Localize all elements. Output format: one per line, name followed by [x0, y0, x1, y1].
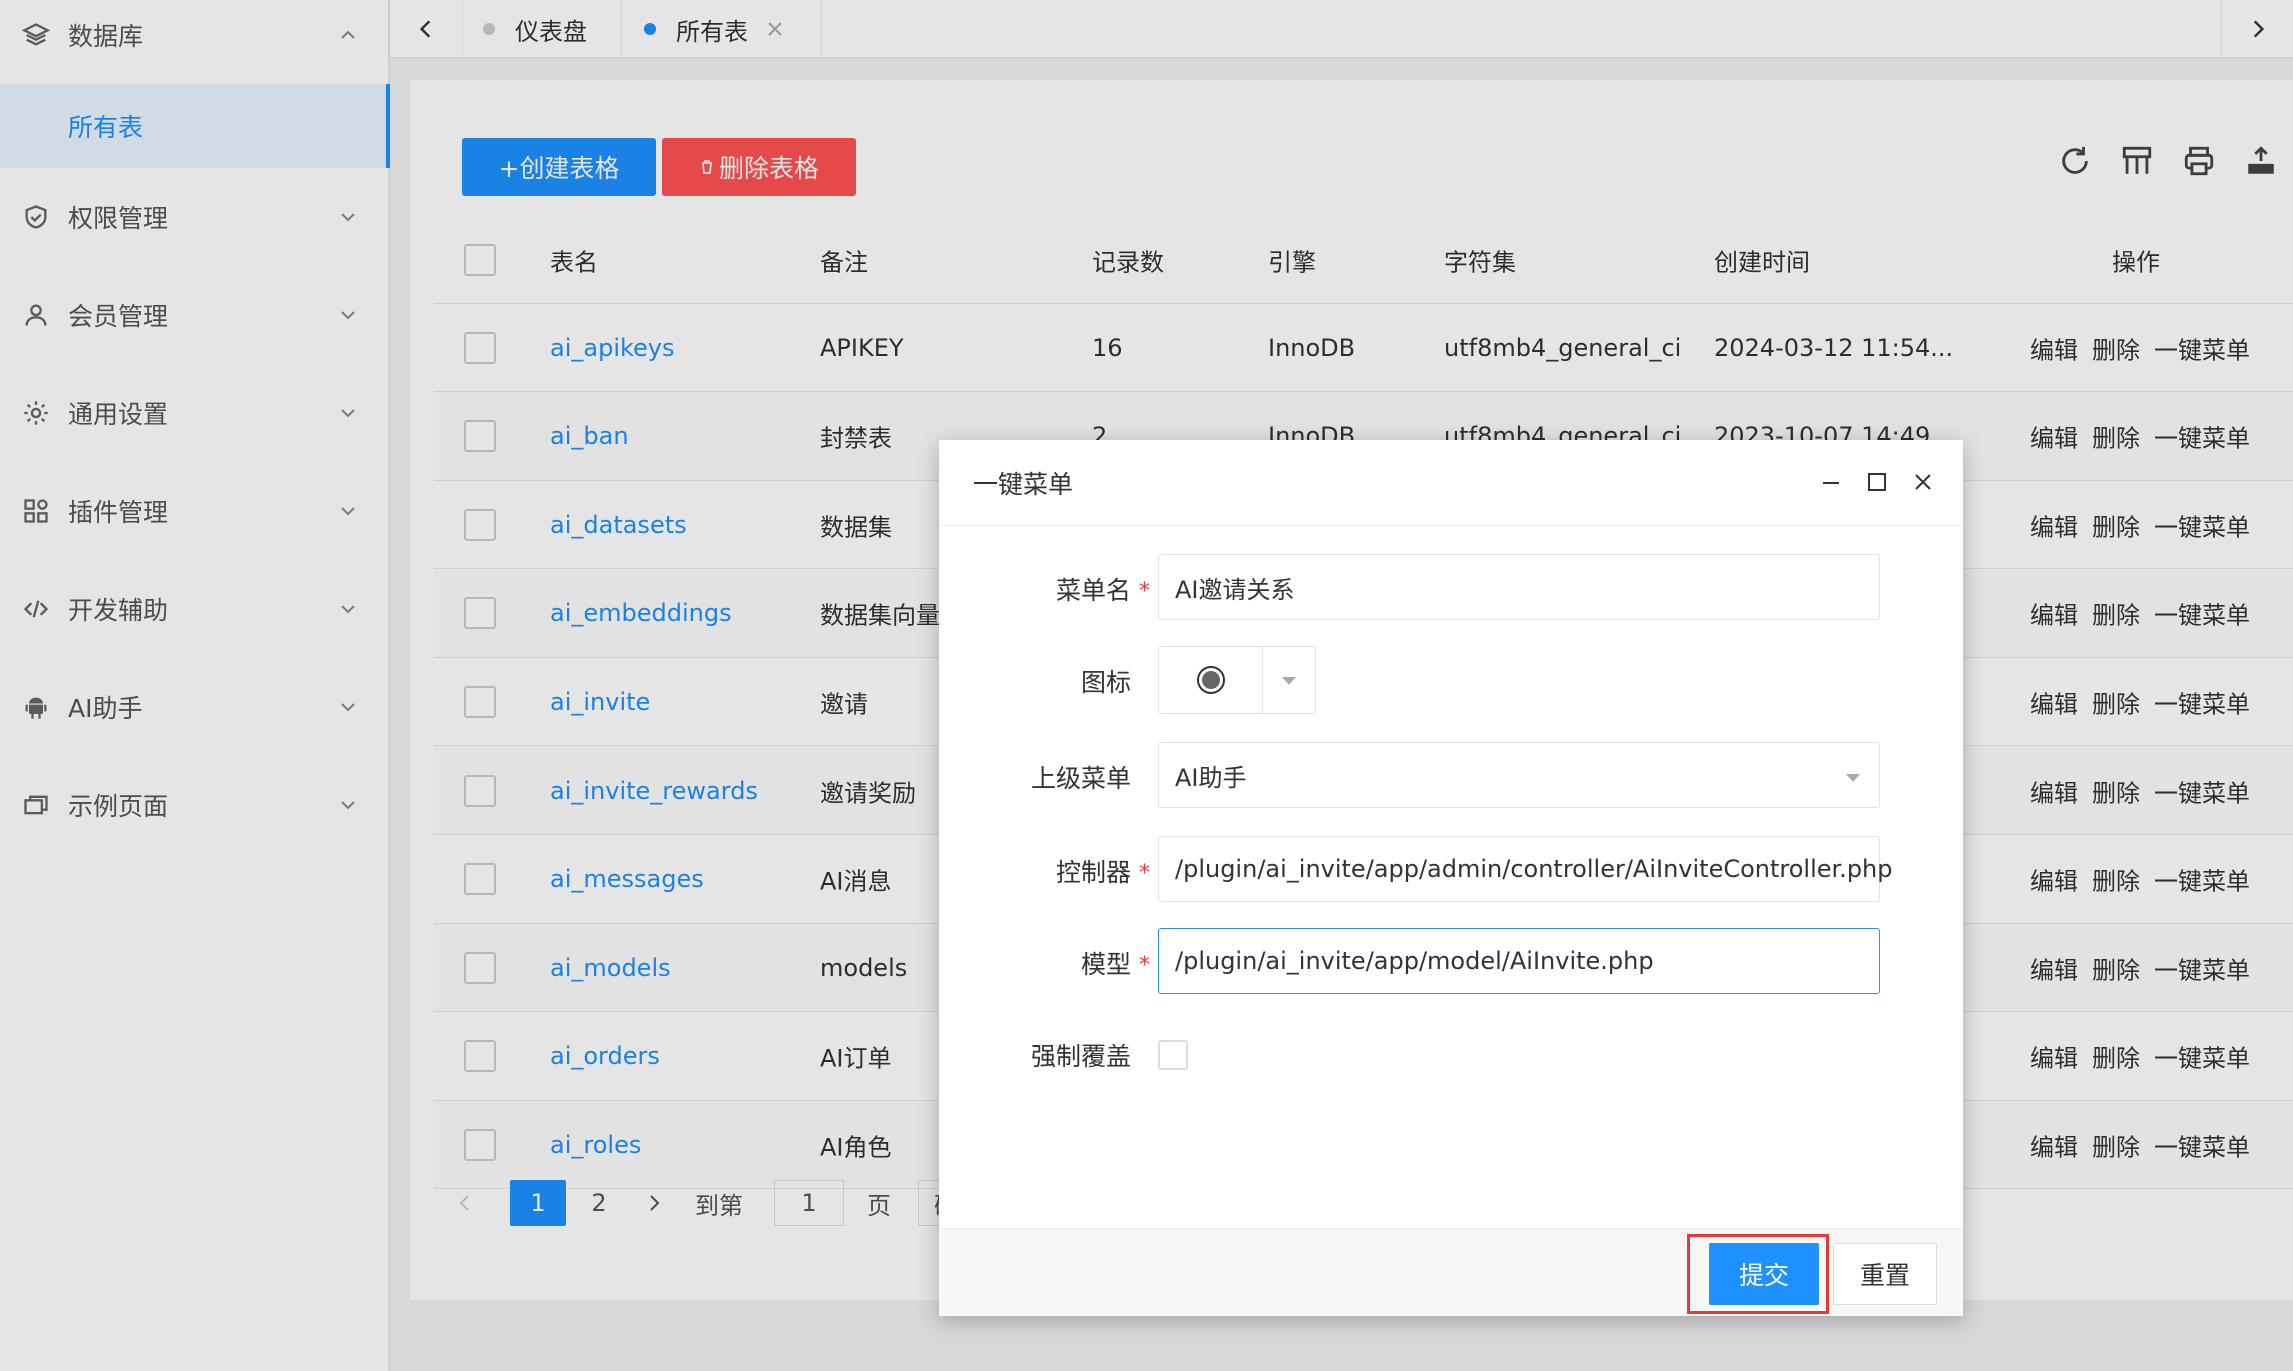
controller-label: 控制器: [1055, 858, 1131, 887]
model-input[interactable]: /plugin/ai_invite/app/model/AiInvite.php: [1158, 928, 1880, 994]
icon-preview: [1159, 647, 1263, 713]
icon-picker[interactable]: [1158, 646, 1316, 714]
close-icon[interactable]: [1911, 470, 1935, 494]
required-mark: *: [1139, 579, 1150, 604]
parent-menu-value: AI助手: [1175, 763, 1247, 792]
caret-down-icon: [1846, 774, 1860, 782]
minimize-icon[interactable]: [1819, 470, 1843, 494]
dialog-title: 一键菜单: [939, 440, 1963, 526]
force-overwrite-label: 强制覆盖: [1030, 1042, 1131, 1071]
parent-menu-select[interactable]: AI助手: [1158, 742, 1880, 808]
controller-input[interactable]: /plugin/ai_invite/app/admin/controller/A…: [1158, 836, 1893, 902]
record-icon: [1196, 666, 1225, 694]
force-overwrite-checkbox[interactable]: [1158, 1040, 1188, 1070]
model-row: 模型 * /plugin/ai_invite/app/model/AiInvit…: [939, 928, 1963, 998]
model-label: 模型: [1080, 950, 1131, 979]
menu-name-input[interactable]: AI邀请关系: [1158, 554, 1880, 620]
caret-down-icon[interactable]: [1263, 647, 1315, 713]
force-overwrite-row: 强制覆盖: [939, 1020, 1963, 1090]
quick-menu-dialog: 一键菜单 菜单名 * AI邀请关系 图标 上级菜单 AI助手 控制器 * /pl…: [939, 440, 1963, 1316]
submit-button[interactable]: 提交: [1709, 1243, 1819, 1305]
icon-row: 图标: [939, 646, 1963, 716]
required-mark: *: [1139, 861, 1150, 886]
reset-button[interactable]: 重置: [1833, 1243, 1937, 1305]
icon-label: 图标: [1080, 668, 1131, 697]
controller-row: 控制器 * /plugin/ai_invite/app/admin/contro…: [939, 836, 1963, 906]
menu-name-row: 菜单名 * AI邀请关系: [939, 554, 1963, 624]
parent-menu-label: 上级菜单: [1030, 764, 1131, 793]
required-mark: *: [1139, 953, 1150, 978]
dialog-footer: 提交 重置: [939, 1228, 1963, 1316]
maximize-icon[interactable]: [1865, 470, 1889, 494]
parent-menu-row: 上级菜单 AI助手: [939, 742, 1963, 812]
menu-name-label: 菜单名: [1055, 576, 1131, 605]
